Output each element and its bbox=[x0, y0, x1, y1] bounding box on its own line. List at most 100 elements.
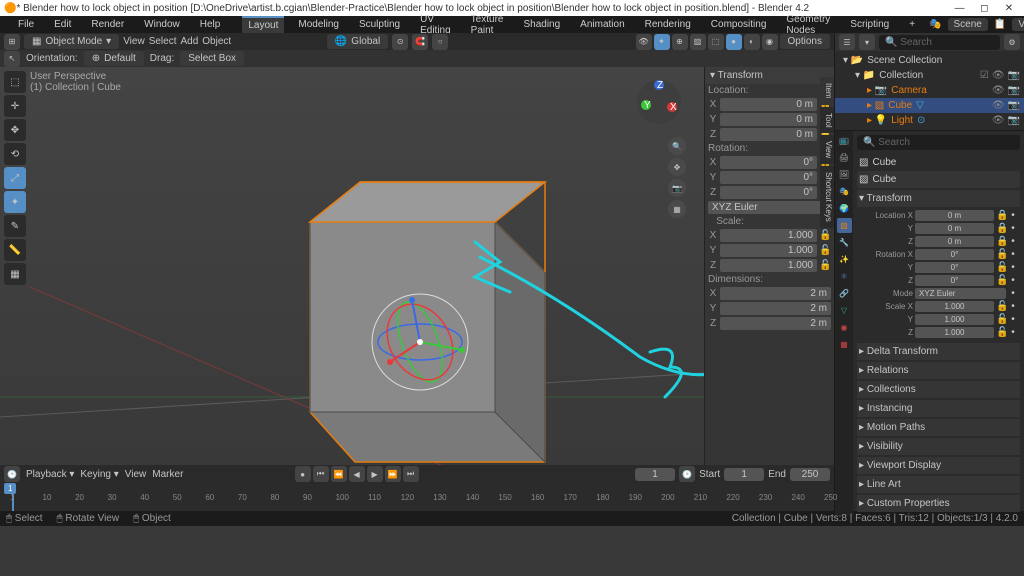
props-lock-loc-x-icon[interactable]: 🔒 bbox=[996, 210, 1006, 221]
location-x[interactable]: 0 m bbox=[720, 98, 817, 111]
outliner-editor-icon[interactable]: ☰ bbox=[839, 34, 855, 50]
shading-rendered-icon[interactable]: ◉ bbox=[762, 34, 778, 50]
editor-type-icon[interactable]: ⊞ bbox=[4, 34, 20, 50]
shading-material-icon[interactable]: ◐ bbox=[744, 34, 760, 50]
tab-layout[interactable]: Layout bbox=[242, 16, 284, 33]
properties-search[interactable]: 🔍 Search bbox=[857, 135, 1020, 150]
shading-wireframe-icon[interactable]: ⬚ bbox=[708, 34, 724, 50]
props-rot-z[interactable]: 0° bbox=[915, 275, 994, 286]
props-tab-constraints[interactable]: 🔗 bbox=[837, 286, 852, 301]
eye-icon[interactable]: 👁 bbox=[992, 70, 1005, 81]
close-button[interactable]: ✕ bbox=[998, 3, 1020, 14]
props-tab-modifiers[interactable]: 🔧 bbox=[837, 235, 852, 250]
props-tab-texture[interactable]: ▦ bbox=[837, 337, 852, 352]
viewport-menu-view[interactable]: View bbox=[123, 36, 145, 47]
filter-icon[interactable]: ⚙ bbox=[1004, 34, 1020, 50]
props-rotation-mode[interactable]: XYZ Euler bbox=[915, 288, 1006, 299]
current-frame[interactable]: 1 bbox=[635, 468, 675, 481]
props-line-art[interactable]: ▸ Line Art bbox=[857, 476, 1020, 493]
props-tab-scene[interactable]: 🎭 bbox=[837, 184, 852, 199]
props-lock-loc-z-icon[interactable]: 🔒 bbox=[996, 236, 1006, 247]
props-transform-header[interactable]: ▾ Transform bbox=[857, 190, 1020, 207]
annotate-tool[interactable]: ✎ bbox=[4, 215, 26, 237]
scale-x[interactable]: 1.000 bbox=[720, 229, 817, 242]
pan-icon[interactable]: ✥ bbox=[668, 158, 686, 176]
scene-selector[interactable]: Scene bbox=[948, 18, 988, 31]
props-tab-viewlayer[interactable]: 🖼 bbox=[837, 167, 852, 182]
outliner-light[interactable]: ▸ 💡 Light ⊙ 👁📷 bbox=[835, 113, 1024, 128]
props-scale-z[interactable]: 1.000 bbox=[915, 327, 994, 338]
props-instancing[interactable]: ▸ Instancing bbox=[857, 400, 1020, 417]
render-icon[interactable]: 📷 bbox=[1008, 85, 1020, 96]
props-tab-object[interactable]: ▨ bbox=[837, 218, 852, 233]
transform-panel-header[interactable]: ▾ Transform bbox=[705, 67, 834, 84]
rotation-y[interactable]: 0° bbox=[720, 171, 817, 184]
autokey-icon[interactable]: ● bbox=[295, 466, 311, 482]
viewport-menu-select[interactable]: Select bbox=[149, 36, 177, 47]
menu-help[interactable]: Help bbox=[194, 17, 227, 32]
jump-end-icon[interactable]: ⏭ bbox=[403, 466, 419, 482]
tab-sculpting[interactable]: Sculpting bbox=[353, 17, 406, 32]
viewlayer-selector[interactable]: ViewLayer bbox=[1012, 18, 1024, 31]
props-collections[interactable]: ▸ Collections bbox=[857, 381, 1020, 398]
start-frame[interactable]: 1 bbox=[724, 468, 764, 481]
outliner-scene-collection[interactable]: ▾ 📂 Scene Collection bbox=[835, 53, 1024, 68]
scale-y[interactable]: 1.000 bbox=[720, 244, 817, 257]
marker-menu[interactable]: Marker bbox=[152, 469, 183, 480]
persp-ortho-icon[interactable]: ▦ bbox=[668, 200, 686, 218]
location-z[interactable]: 0 m bbox=[720, 128, 817, 141]
props-loc-x[interactable]: 0 m bbox=[915, 210, 994, 221]
add-tool[interactable]: ▦ bbox=[4, 263, 26, 285]
play-icon[interactable]: ▶ bbox=[367, 466, 383, 482]
rotation-z[interactable]: 0° bbox=[720, 186, 817, 199]
eye-icon[interactable]: 👁 bbox=[992, 100, 1005, 111]
select-tool[interactable]: ⬚ bbox=[4, 71, 26, 93]
visibility-toggle-icon[interactable]: 👁 bbox=[636, 34, 652, 50]
pivot-icon[interactable]: ⊙ bbox=[392, 34, 408, 50]
keyframe-next-icon[interactable]: ⏩ bbox=[385, 466, 401, 482]
measure-tool[interactable]: 📏 bbox=[4, 239, 26, 261]
gizmo-toggle-icon[interactable]: ✦ bbox=[654, 34, 670, 50]
tab-rendering[interactable]: Rendering bbox=[639, 17, 697, 32]
tab-scripting[interactable]: Scripting bbox=[844, 17, 895, 32]
viewport-3d[interactable]: ⬚ ✛ ✥ ⟲ ⤢ ✦ ✎ 📏 ▦ User Perspective (1) C… bbox=[0, 67, 834, 465]
object-name-field[interactable]: ▨ Cube bbox=[857, 171, 1020, 188]
rotation-x[interactable]: 0° bbox=[720, 156, 817, 169]
viewport-menu-add[interactable]: Add bbox=[180, 36, 198, 47]
tab-shading[interactable]: Shading bbox=[517, 17, 566, 32]
props-tab-output[interactable]: 🖨 bbox=[837, 150, 852, 165]
mode-selector[interactable]: ▦ Object Mode ▾ bbox=[24, 34, 119, 49]
timeline-ruler[interactable]: 1102030405060708090100110120130140150160… bbox=[0, 483, 834, 511]
outliner-cube[interactable]: ▸ ▨ Cube ▽ 👁📷 bbox=[835, 98, 1024, 113]
props-motion-paths[interactable]: ▸ Motion Paths bbox=[857, 419, 1020, 436]
proportional-editing-icon[interactable]: ○ bbox=[432, 34, 448, 50]
outliner-display-mode-icon[interactable]: ▾ bbox=[859, 34, 875, 50]
nav-gizmo[interactable]: X Z Y bbox=[634, 77, 684, 127]
tab-add[interactable]: + bbox=[903, 17, 921, 32]
outliner-camera[interactable]: ▸ 📷 Camera 👁📷 bbox=[835, 83, 1024, 98]
dim-z[interactable]: 2 m bbox=[720, 317, 831, 330]
lock-scale-y-icon[interactable]: 🔓 bbox=[819, 245, 831, 256]
camera-view-icon[interactable]: 📷 bbox=[668, 179, 686, 197]
tab-animation[interactable]: Animation bbox=[574, 17, 630, 32]
render-icon[interactable]: 📷 bbox=[1008, 115, 1020, 126]
play-reverse-icon[interactable]: ◀ bbox=[349, 466, 365, 482]
lock-scale-x-icon[interactable]: 🔓 bbox=[819, 230, 831, 241]
props-tab-render[interactable]: 📺 bbox=[837, 133, 852, 148]
playback-menu[interactable]: Playback ▾ bbox=[26, 469, 74, 480]
rotation-mode[interactable]: XYZ Euler bbox=[708, 201, 831, 214]
props-scale-x[interactable]: 1.000 bbox=[915, 301, 994, 312]
snap-icon[interactable]: 🧲 bbox=[412, 34, 428, 50]
timeline-editor-icon[interactable]: 🕑 bbox=[4, 466, 20, 482]
props-delta-transform[interactable]: ▸ Delta Transform bbox=[857, 343, 1020, 360]
eye-icon[interactable]: 👁 bbox=[992, 115, 1005, 126]
props-tab-material[interactable]: ◉ bbox=[837, 320, 852, 335]
render-icon[interactable]: 📷 bbox=[1008, 70, 1020, 81]
props-custom-properties[interactable]: ▸ Custom Properties bbox=[857, 495, 1020, 512]
xray-icon[interactable]: ▨ bbox=[690, 34, 706, 50]
props-viewport-display[interactable]: ▸ Viewport Display bbox=[857, 457, 1020, 474]
props-visibility[interactable]: ▸ Visibility bbox=[857, 438, 1020, 455]
timeline-view-menu[interactable]: View bbox=[125, 469, 147, 480]
scale-z[interactable]: 1.000 bbox=[720, 259, 817, 272]
tab-item[interactable]: Item bbox=[820, 77, 834, 105]
